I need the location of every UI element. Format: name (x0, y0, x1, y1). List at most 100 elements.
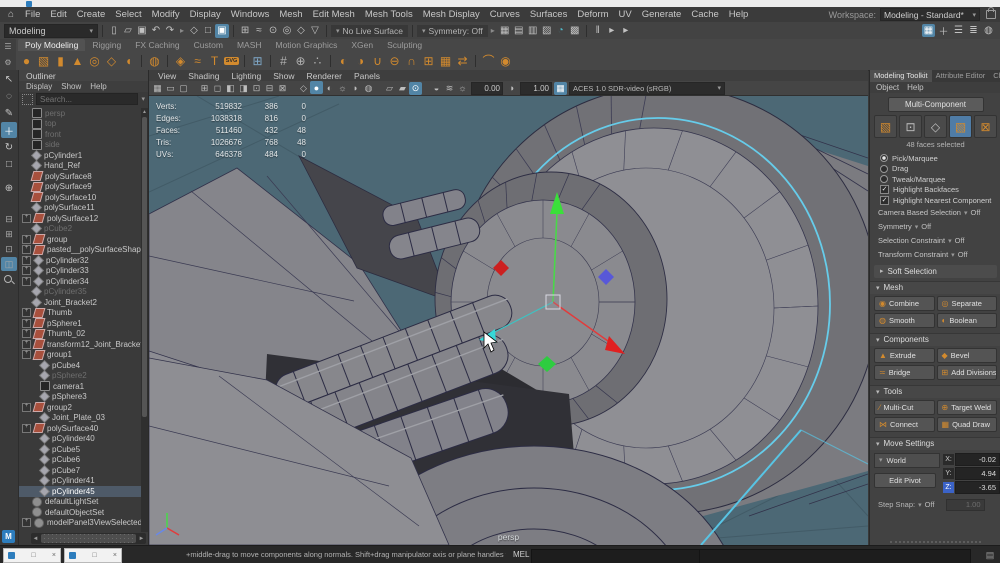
outliner-item-pCube7[interactable]: pCube7 (19, 465, 141, 476)
vertex-mode-icon[interactable]: ⊡ (899, 115, 922, 138)
boolean-button[interactable]: ◐Boolean (937, 313, 998, 328)
viewport-menu-view[interactable]: View (153, 71, 181, 81)
shelf-tab-motion-graphics[interactable]: Motion Graphics (269, 39, 345, 51)
expand-icon[interactable]: + (22, 245, 31, 254)
layout-outliner-magnifier[interactable] (1, 272, 17, 288)
channel-box-toggle-icon[interactable]: ☰ (952, 24, 965, 37)
platonic-solid-icon[interactable]: ◍ (146, 52, 163, 69)
edit-pivot-button[interactable]: Edit Pivot (874, 473, 936, 488)
outliner-item-polySurface8[interactable]: polySurface8 (19, 171, 141, 182)
close-icon[interactable]: × (113, 552, 117, 559)
add-divisions-button[interactable]: ⊞Add Divisions (937, 365, 998, 380)
select-object-icon[interactable]: □ (201, 24, 215, 38)
home-icon[interactable]: ⌂ (8, 9, 14, 20)
outliner-item-group[interactable]: +group (19, 234, 141, 245)
construction-plane-icon[interactable]: # (275, 52, 292, 69)
menu-set-dropdown[interactable]: Modeling ▾ (4, 24, 98, 38)
menu-mesh[interactable]: Mesh (274, 9, 307, 20)
boolean-difference-icon[interactable]: ⊖ (386, 52, 403, 69)
outliner-item-camera1[interactable]: camera1 (19, 381, 141, 392)
mel-command-input[interactable] (531, 549, 700, 563)
snap-align-icon[interactable]: ⊕ (292, 52, 309, 69)
shadows-icon[interactable]: ◗ (349, 81, 362, 94)
outliner-item-pCylinder33[interactable]: +pCylinder33 (19, 266, 141, 277)
expand-icon[interactable]: + (22, 518, 31, 527)
target-weld-button[interactable]: ⊕Target Weld (937, 400, 998, 415)
menu-deform[interactable]: Deform (572, 9, 613, 20)
maximize-icon[interactable]: □ (31, 552, 35, 559)
safe-action-icon[interactable]: ⊟ (263, 82, 276, 95)
group-collapse-arrow[interactable]: ▸ (491, 26, 495, 35)
extrude-button[interactable]: ▲Extrude (874, 348, 935, 363)
menu-uv[interactable]: UV (614, 9, 637, 20)
gamma-field[interactable]: 1.00 (520, 82, 552, 95)
snap-center-icon[interactable]: ◎ (280, 24, 294, 38)
fog-icon[interactable]: ≋ (443, 82, 456, 95)
isolate-select-icon[interactable]: ⊙ (409, 82, 422, 95)
resolution-gate-icon[interactable]: ◧ (224, 82, 237, 95)
new-scene-icon[interactable]: ▯ (107, 24, 121, 38)
radio-drag[interactable]: Drag (870, 164, 1000, 175)
face-mode-icon[interactable]: ▧ (949, 115, 972, 138)
wireframe-icon[interactable]: ◇ (297, 82, 310, 95)
script-editor-icon[interactable]: ▤ (984, 549, 996, 561)
os-window-fragment[interactable]: □ × (3, 548, 61, 563)
scroll-right-icon[interactable]: ► (137, 536, 146, 542)
retopologize-icon[interactable]: ▦ (437, 52, 454, 69)
outliner-item-defaultObjectSet[interactable]: defaultObjectSet (19, 507, 141, 518)
ipr-render-icon[interactable]: ▤ (512, 24, 526, 38)
arnold-render-icon[interactable]: ▩ (568, 24, 582, 38)
render-settings-icon[interactable]: ▥ (526, 24, 540, 38)
checkbox-highlight-backfaces[interactable]: ✓Highlight Backfaces (870, 185, 1000, 196)
center-pivot-icon[interactable]: ∴ (309, 52, 326, 69)
pause-icon[interactable]: ‖ (591, 24, 605, 38)
bend-deformer-icon[interactable]: ⌒ (480, 52, 497, 69)
boolean-union-icon[interactable]: ∪ (369, 52, 386, 69)
poly-cone-icon[interactable]: ▲ (69, 52, 86, 69)
outliner-vertical-scrollbar[interactable]: ▲ (141, 108, 148, 532)
shelf-menu-icon[interactable]: ☰ (4, 42, 11, 51)
outliner-item-transform12_Joint_Bracket2[interactable]: +transform12_Joint_Bracket2 (19, 339, 141, 350)
layer-editor-toggle-icon[interactable]: ≣ (967, 24, 980, 37)
exposure-field[interactable]: 0.00 (471, 82, 503, 95)
outliner-horizontal-scrollbar[interactable]: ◄ ► (31, 533, 146, 544)
weights-icon[interactable]: ◉ (497, 52, 514, 69)
smooth-button[interactable]: ◍Smooth (874, 313, 935, 328)
menu-curves[interactable]: Curves (485, 9, 525, 20)
tab-attribute-editor[interactable]: Attribute Editor (932, 70, 990, 82)
separate-icon[interactable]: ◑ (352, 52, 369, 69)
shelf-gear-icon[interactable]: ⚙ (4, 58, 11, 67)
menu-generate[interactable]: Generate (637, 9, 687, 20)
maximize-icon[interactable]: □ (92, 552, 96, 559)
menu-file[interactable]: File (20, 9, 45, 20)
shaded-icon[interactable]: ● (310, 81, 323, 94)
connect-button[interactable]: ⋈Connect (874, 417, 935, 432)
expand-icon[interactable]: + (22, 403, 31, 412)
save-scene-icon[interactable]: ▣ (135, 24, 149, 38)
expand-icon[interactable]: + (22, 340, 31, 349)
panel-resize-handle[interactable] (890, 541, 981, 543)
colorspace-dropdown[interactable]: ACES 1.0 SDR-video (sRGB) ▾ (569, 82, 725, 95)
x-value-field[interactable]: -0.02 (955, 453, 1000, 466)
outliner-menu-help[interactable]: Help (90, 82, 106, 91)
undo-icon[interactable]: ↶ (149, 24, 163, 38)
viewport-menu-shading[interactable]: Shading (183, 71, 224, 81)
os-window-fragment[interactable]: □ × (64, 548, 122, 563)
rotate-tool[interactable]: ↻ (1, 139, 17, 155)
chevron-down-icon[interactable]: ▾ (141, 95, 145, 103)
move-tool[interactable]: ＋ (1, 122, 17, 138)
multi-component-icon[interactable]: ▧ (874, 115, 897, 138)
bridge-button[interactable]: ≍Bridge (874, 365, 935, 380)
open-scene-icon[interactable]: ▱ (121, 24, 135, 38)
snap-together-tool[interactable]: ⊕ (1, 180, 17, 196)
boolean-intersect-icon[interactable]: ∩ (403, 52, 420, 69)
outliner-item-side[interactable]: side (19, 140, 141, 151)
symmetry-field[interactable]: ▾ Symmetry: Off (417, 25, 488, 37)
outliner-item-polySurface10[interactable]: polySurface10 (19, 192, 141, 203)
expand-icon[interactable]: + (22, 266, 31, 275)
menu-mesh-display[interactable]: Mesh Display (418, 9, 485, 20)
shelf-tab-rigging[interactable]: Rigging (85, 39, 128, 51)
menu-edit-mesh[interactable]: Edit Mesh (308, 9, 360, 20)
poly-sphere-icon[interactable]: ● (18, 52, 35, 69)
tab-channel-box[interactable]: Channel Box (989, 70, 1000, 82)
